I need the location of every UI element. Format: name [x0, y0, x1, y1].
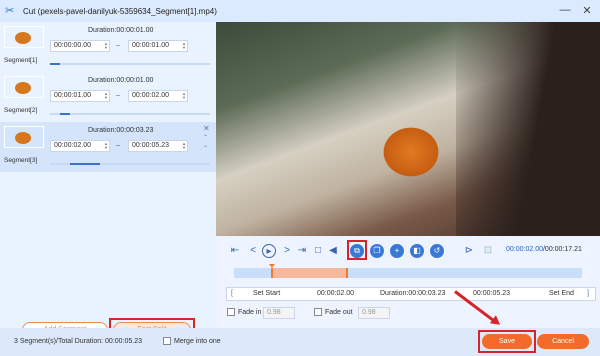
- end-time-field[interactable]: 00:00:05.23: [473, 290, 510, 297]
- segment-track: [50, 163, 210, 165]
- fade-out-field[interactable]: 0.98: [358, 307, 390, 319]
- playback-controls: ⇤ < ▸ > ⇥ □ ◀ ⧉ ❐ + ◧ ↺ ⊳ ⊡ 00:00:02.00/…: [216, 236, 600, 328]
- segment-label: Segment[3]: [4, 157, 38, 164]
- segment-end-field[interactable]: 00:00:05.23 ▲ ▼: [128, 140, 188, 152]
- segment-thumbnail: [4, 126, 44, 148]
- footer-bar: 3 Segment(s)/Total Duration: 00:00:05.23…: [0, 328, 600, 356]
- set-end-icon[interactable]: ⊡: [481, 244, 495, 258]
- next-frame-icon[interactable]: >: [280, 244, 294, 258]
- segment-duration: Duration:00:00:01.00: [88, 27, 154, 34]
- scissors-icon: ✂: [5, 5, 15, 17]
- title-bar: ✂ Cut (pexels-pavel-danilyuk-5359634_Seg…: [0, 0, 600, 22]
- segment-panel: Segment[1] Duration:00:00:01.00 00:00:00…: [0, 22, 216, 342]
- time-display: 00:00:02.00/00:00:17.21: [506, 246, 582, 253]
- close-icon[interactable]: ✕: [203, 124, 210, 133]
- set-start-icon[interactable]: ⊳: [462, 244, 476, 258]
- segment-track: [50, 63, 210, 65]
- cancel-button[interactable]: Cancel: [537, 334, 589, 349]
- segment-track: [50, 113, 210, 115]
- set-range-row: [ Set Start 00:00:02.00 Duration:00:00:0…: [226, 287, 596, 301]
- timeline[interactable]: [234, 264, 582, 278]
- split-segment-icon[interactable]: ⧉: [350, 244, 364, 258]
- segment-item-3[interactable]: Segment[3] Duration:00:00:03.23 ✕ ⌃ ⌄ 00…: [0, 122, 216, 172]
- minimize-icon[interactable]: —: [558, 4, 572, 16]
- duplicate-icon[interactable]: ◧: [410, 244, 424, 258]
- segment-start-field[interactable]: 00:00:02.00 ▲ ▼: [50, 140, 110, 152]
- set-end-button[interactable]: Set End: [549, 290, 574, 297]
- play-icon[interactable]: ▸: [262, 244, 276, 258]
- timeline-selection[interactable]: [271, 268, 348, 278]
- segment-thumbnail: [4, 76, 44, 98]
- reset-icon[interactable]: ↺: [430, 244, 444, 258]
- jump-end-icon[interactable]: ⇥: [295, 244, 309, 258]
- stop-icon[interactable]: □: [311, 244, 325, 258]
- add-icon[interactable]: +: [390, 244, 404, 258]
- set-start-button[interactable]: Set Start: [253, 290, 280, 297]
- segment-start-field[interactable]: 00:00:00.00 ▲ ▼: [50, 40, 110, 52]
- chevron-down-icon[interactable]: ⌄: [203, 142, 208, 149]
- segment-item-2[interactable]: Segment[2] Duration:00:00:01.00 00:00:01…: [0, 72, 216, 122]
- save-button[interactable]: Save: [482, 334, 532, 349]
- segment-item-1[interactable]: Segment[1] Duration:00:00:01.00 00:00:00…: [0, 22, 216, 72]
- segment-start-field[interactable]: 00:00:01.00 ▲ ▼: [50, 90, 110, 102]
- segment-label: Segment[1]: [4, 57, 38, 64]
- segment-end-field[interactable]: 00:00:01.00 ▲ ▼: [128, 40, 188, 52]
- start-time-field[interactable]: 00:00:02.00: [317, 290, 354, 297]
- fade-out-checkbox[interactable]: Fade out: [314, 308, 353, 316]
- window-title: Cut (pexels-pavel-danilyuk-5359634_Segme…: [23, 6, 217, 16]
- volume-icon[interactable]: ◀: [326, 244, 340, 258]
- close-icon[interactable]: ✕: [580, 4, 594, 17]
- fade-in-checkbox[interactable]: Fade in: [227, 308, 261, 316]
- segment-duration: Duration:00:00:03.23: [88, 127, 154, 134]
- segment-end-field[interactable]: 00:00:02.00 ▲ ▼: [128, 90, 188, 102]
- video-preview: [216, 22, 600, 236]
- jump-start-icon[interactable]: ⇤: [228, 244, 242, 258]
- duration-field: Duration:00:00:03.23: [380, 290, 446, 297]
- copy-icon[interactable]: ❐: [370, 244, 384, 258]
- merge-checkbox[interactable]: Merge into one: [163, 337, 221, 345]
- segment-thumbnail: [4, 26, 44, 48]
- playhead-marker[interactable]: [269, 264, 275, 268]
- total-duration-status: 3 Segment(s)/Total Duration: 00:00:05.23: [14, 338, 143, 345]
- fade-in-field[interactable]: 0.98: [263, 307, 295, 319]
- previous-frame-icon[interactable]: <: [246, 244, 260, 258]
- segment-duration: Duration:00:00:01.00: [88, 77, 154, 84]
- segment-label: Segment[2]: [4, 107, 38, 114]
- chevron-up-icon[interactable]: ⌃: [203, 134, 208, 141]
